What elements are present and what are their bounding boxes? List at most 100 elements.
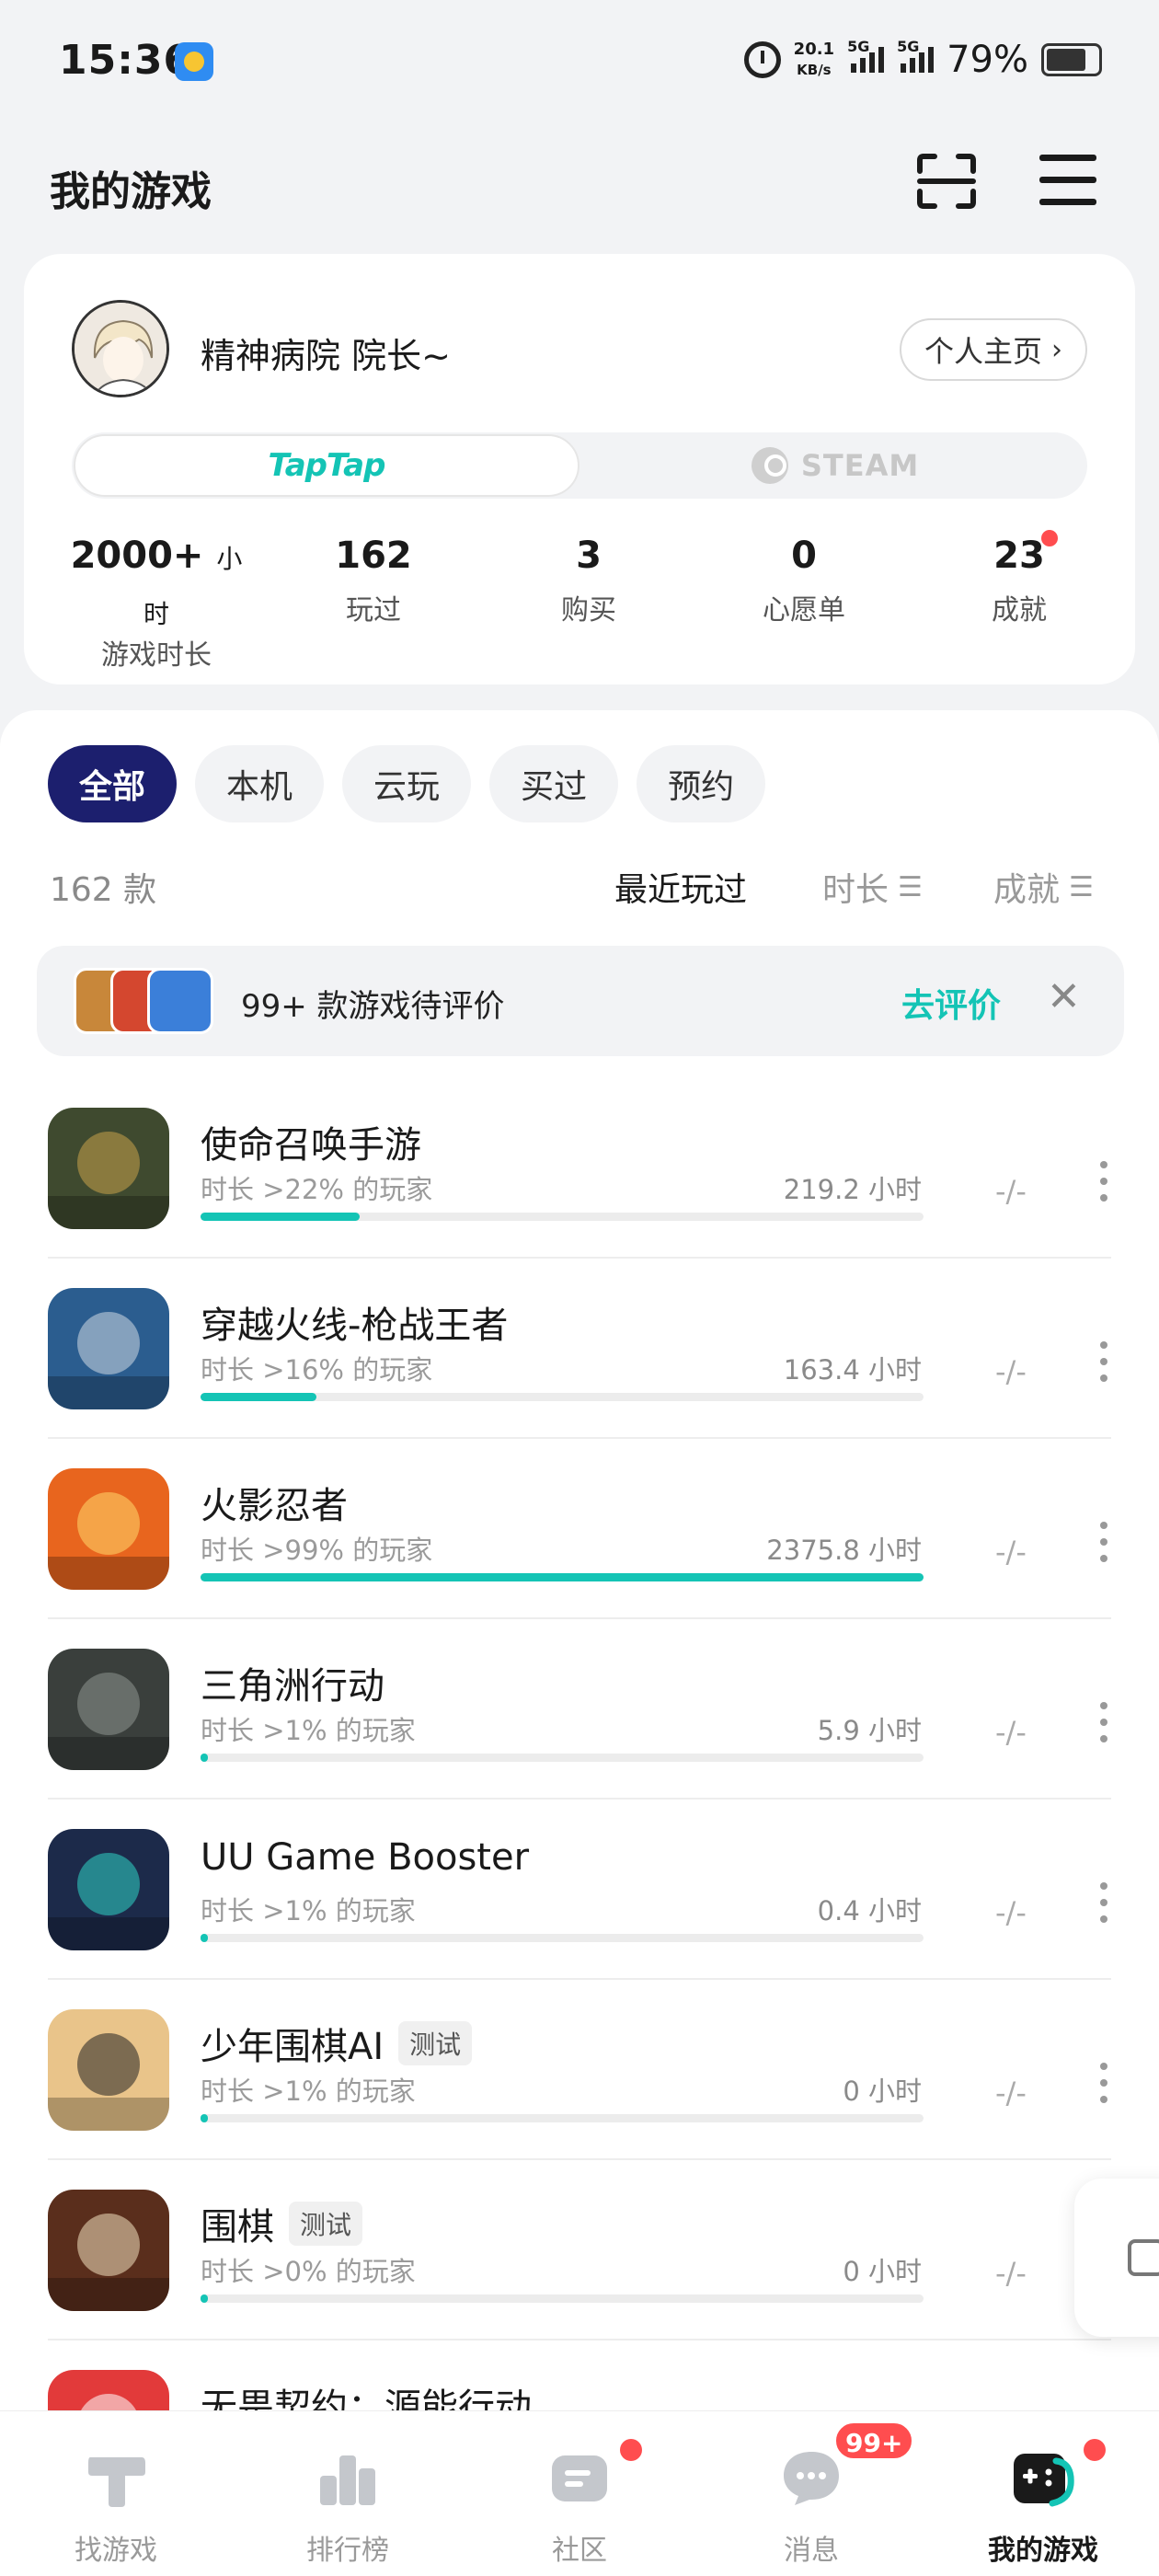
scan-icon[interactable]	[916, 153, 977, 210]
rating: -/-	[995, 1535, 1027, 1570]
find-games-icon	[88, 2457, 145, 2507]
playtime-percentile: 时长 >99% 的玩家	[201, 1535, 433, 1566]
nav-my-games[interactable]: 我的游戏	[927, 2411, 1159, 2576]
menu-icon[interactable]	[1039, 155, 1096, 206]
profile-home-button[interactable]: 个人主页 ›	[900, 318, 1087, 381]
playtime-hours: 5.9 小时	[817, 1715, 922, 1746]
playtime-bar	[201, 1934, 924, 1942]
game-icon[interactable]	[48, 1649, 169, 1770]
sort-duration[interactable]: 时长 ☰	[822, 863, 923, 911]
game-icon[interactable]	[48, 1288, 169, 1409]
sort-icon: ☰	[1069, 870, 1094, 903]
signal-sim1-icon: 5G	[847, 38, 885, 73]
rating: -/-	[995, 1174, 1027, 1209]
playtime-percentile: 时长 >1% 的玩家	[201, 1715, 416, 1746]
playtime-hours: 2375.8 小时	[766, 1535, 922, 1566]
rating: -/-	[995, 1895, 1027, 1930]
playtime-bar	[201, 1754, 924, 1762]
status-icons: 20.1 KB/s 5G 5G 79%	[743, 37, 1102, 83]
playtime-bar	[201, 1393, 924, 1401]
game-row[interactable]: 三角洲行动 时长 >1% 的玩家 5.9 小时 -/-	[0, 1619, 1159, 1800]
game-row[interactable]: 穿越火线-枪战王者 时长 >16% 的玩家 163.4 小时 -/-	[0, 1259, 1159, 1439]
rating: -/-	[995, 1354, 1027, 1389]
playtime-percentile: 时长 >0% 的玩家	[201, 2256, 416, 2287]
playtime-percentile: 时长 >22% 的玩家	[201, 1174, 433, 1205]
playtime-hours: 0 小时	[843, 2256, 922, 2287]
notification-dot	[1084, 2439, 1106, 2461]
steam-icon	[751, 447, 788, 484]
game-list-sheet: 全部 本机 云玩 买过 预约 162 款 最近玩过 时长 ☰ 成就 ☰ 99+ 款游…	[0, 710, 1159, 2576]
stat-played[interactable]: 162 玩过	[281, 530, 465, 627]
playtime-bar	[201, 1213, 924, 1221]
playtime-hours: 163.4 小时	[783, 1354, 922, 1386]
new-dot	[1040, 530, 1058, 546]
nav-ranking[interactable]: 排行榜	[232, 2411, 464, 2576]
game-row[interactable]: 使命召唤手游 时长 >22% 的玩家 219.2 小时 -/-	[0, 1078, 1159, 1259]
game-name: 少年围棋AI 测试	[201, 2017, 473, 2070]
sort-achievement[interactable]: 成就 ☰	[993, 863, 1094, 911]
game-name: 使命召唤手游	[201, 1124, 421, 1167]
game-row[interactable]: 少年围棋AI 测试 时长 >1% 的玩家 0 小时 -/-	[0, 1980, 1159, 2160]
more-vertical-icon[interactable]	[1100, 1882, 1113, 1938]
net-speed: 20.1 KB/s	[793, 40, 835, 78]
avatar[interactable]	[72, 300, 169, 397]
game-row[interactable]: UU Game Booster 时长 >1% 的玩家 0.4 小时 -/-	[0, 1800, 1159, 1980]
stat-purchased[interactable]: 3 购买	[497, 530, 681, 627]
stat-achievements[interactable]: 23 成就	[927, 530, 1111, 627]
close-icon[interactable]: ✕	[1047, 973, 1081, 1020]
filter-all[interactable]: 全部	[48, 745, 178, 822]
tab-steam[interactable]: STEAM	[583, 432, 1087, 499]
message-count-badge: 99+	[833, 2421, 915, 2461]
filter-chips: 全部 本机 云玩 买过 预约	[48, 745, 766, 822]
playtime-percentile: 时长 >1% 的玩家	[201, 2076, 416, 2107]
alarm-icon	[743, 41, 781, 78]
more-vertical-icon[interactable]	[1100, 1522, 1113, 1577]
signal-sim2-icon: 5G	[897, 38, 935, 73]
nav-messages[interactable]: 99+ 消息	[695, 2411, 927, 2576]
rating: -/-	[995, 2256, 1027, 2291]
status-time: 15:36	[59, 37, 193, 84]
game-name: 围棋 测试	[201, 2197, 363, 2250]
game-icon[interactable]	[48, 1108, 169, 1229]
more-vertical-icon[interactable]	[1100, 1702, 1113, 1757]
nav-community[interactable]: 社区	[464, 2411, 695, 2576]
my-games-icon	[1014, 2454, 1074, 2507]
chevron-right-icon: ›	[1051, 333, 1062, 366]
sort-icon: ☰	[898, 870, 923, 903]
filter-local[interactable]: 本机	[195, 745, 325, 822]
game-icon[interactable]	[48, 1829, 169, 1950]
game-name: 穿越火线-枪战王者	[201, 1305, 509, 1347]
game-icon[interactable]	[48, 2009, 169, 2131]
filter-bought[interactable]: 买过	[489, 745, 619, 822]
ranking-icon	[320, 2455, 375, 2505]
game-icon[interactable]	[48, 2190, 169, 2311]
download-float-button[interactable]	[1074, 2179, 1159, 2337]
filter-reserved[interactable]: 预约	[637, 745, 766, 822]
game-row[interactable]: 围棋 测试 时长 >0% 的玩家 0 小时 -/-	[0, 2160, 1159, 2340]
nav-find-games[interactable]: 找游戏	[0, 2411, 232, 2576]
more-vertical-icon[interactable]	[1100, 1341, 1113, 1397]
rating: -/-	[995, 2076, 1027, 2110]
more-vertical-icon[interactable]	[1100, 2063, 1113, 2118]
go-review-button[interactable]: 去评价	[901, 979, 1001, 1027]
stat-playtime[interactable]: 2000+ 小时 游戏时长	[64, 530, 248, 673]
profile-card: 精神病院 院长~ 个人主页 › TapTap STEAM 2000+ 小时 游戏时…	[24, 254, 1135, 684]
stat-wishlist[interactable]: 0 心愿单	[712, 530, 896, 627]
notification-app-icon	[175, 42, 213, 81]
game-list: 使命召唤手游 时长 >22% 的玩家 219.2 小时 -/- 穿越火线-枪战王…	[0, 1078, 1159, 2521]
sort-recent[interactable]: 最近玩过	[614, 863, 747, 911]
download-icon	[1128, 2239, 1159, 2276]
review-banner[interactable]: 99+ 款游戏待评价 去评价 ✕	[37, 946, 1124, 1056]
playtime-percentile: 时长 >16% 的玩家	[201, 1354, 433, 1386]
tab-taptap[interactable]: TapTap	[74, 434, 580, 497]
battery-percent: 79%	[947, 39, 1028, 81]
game-icon[interactable]	[48, 1468, 169, 1590]
game-name: UU Game Booster	[201, 1836, 530, 1879]
game-name: 火影忍者	[201, 1485, 348, 1527]
game-row[interactable]: 火影忍者 时长 >99% 的玩家 2375.8 小时 -/-	[0, 1439, 1159, 1619]
game-count: 162 款	[50, 871, 157, 909]
more-vertical-icon[interactable]	[1100, 1161, 1113, 1216]
bottom-nav: 找游戏 排行榜 社区 99+ 消息 我的游戏	[0, 2410, 1159, 2576]
filter-cloud[interactable]: 云玩	[342, 745, 472, 822]
playtime-bar	[201, 2294, 924, 2303]
